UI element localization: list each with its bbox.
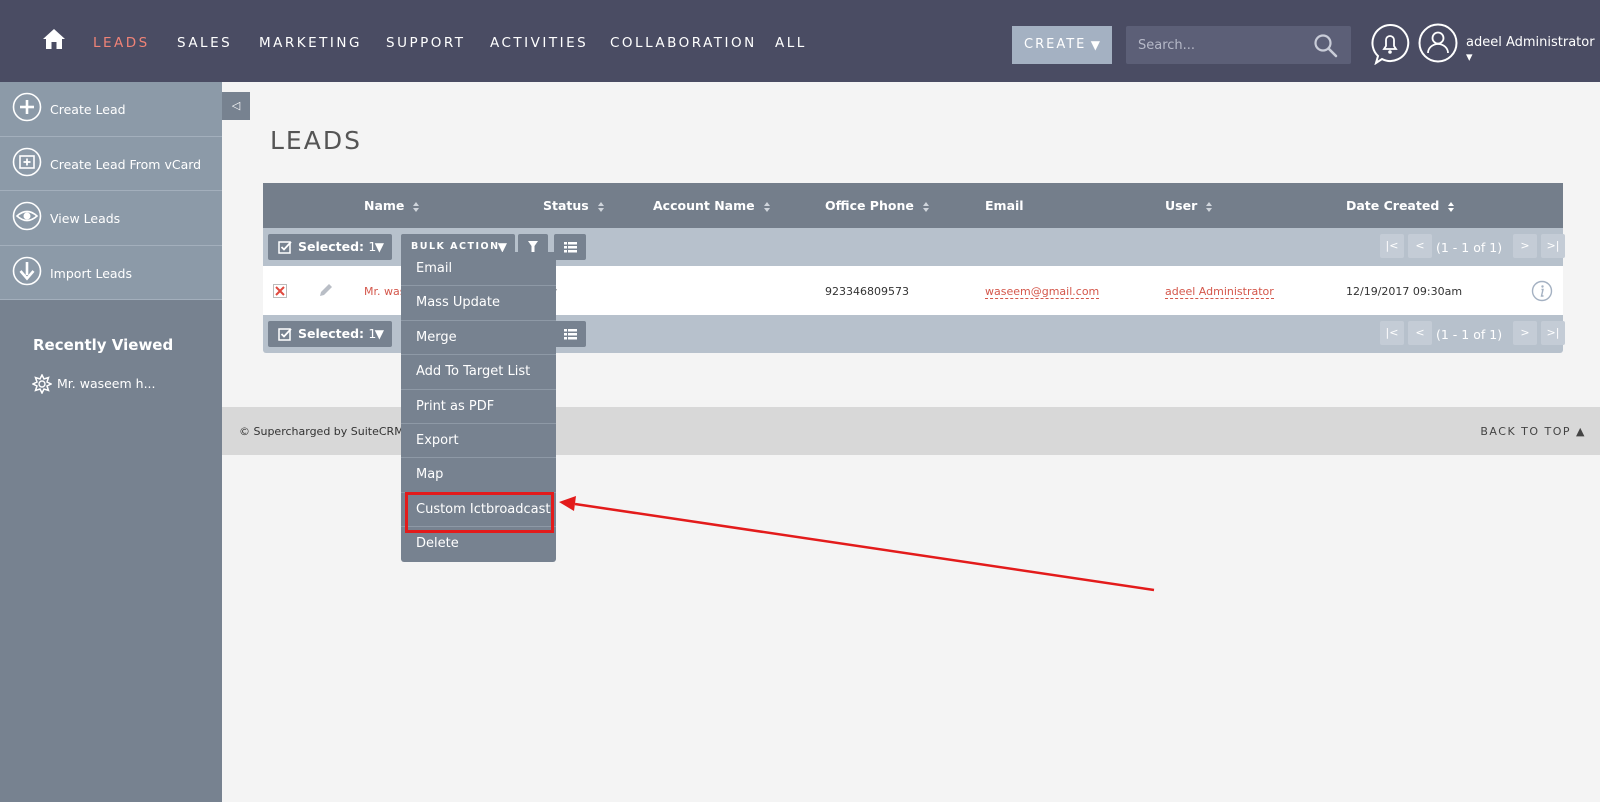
annotation-arrow [559, 496, 1155, 592]
